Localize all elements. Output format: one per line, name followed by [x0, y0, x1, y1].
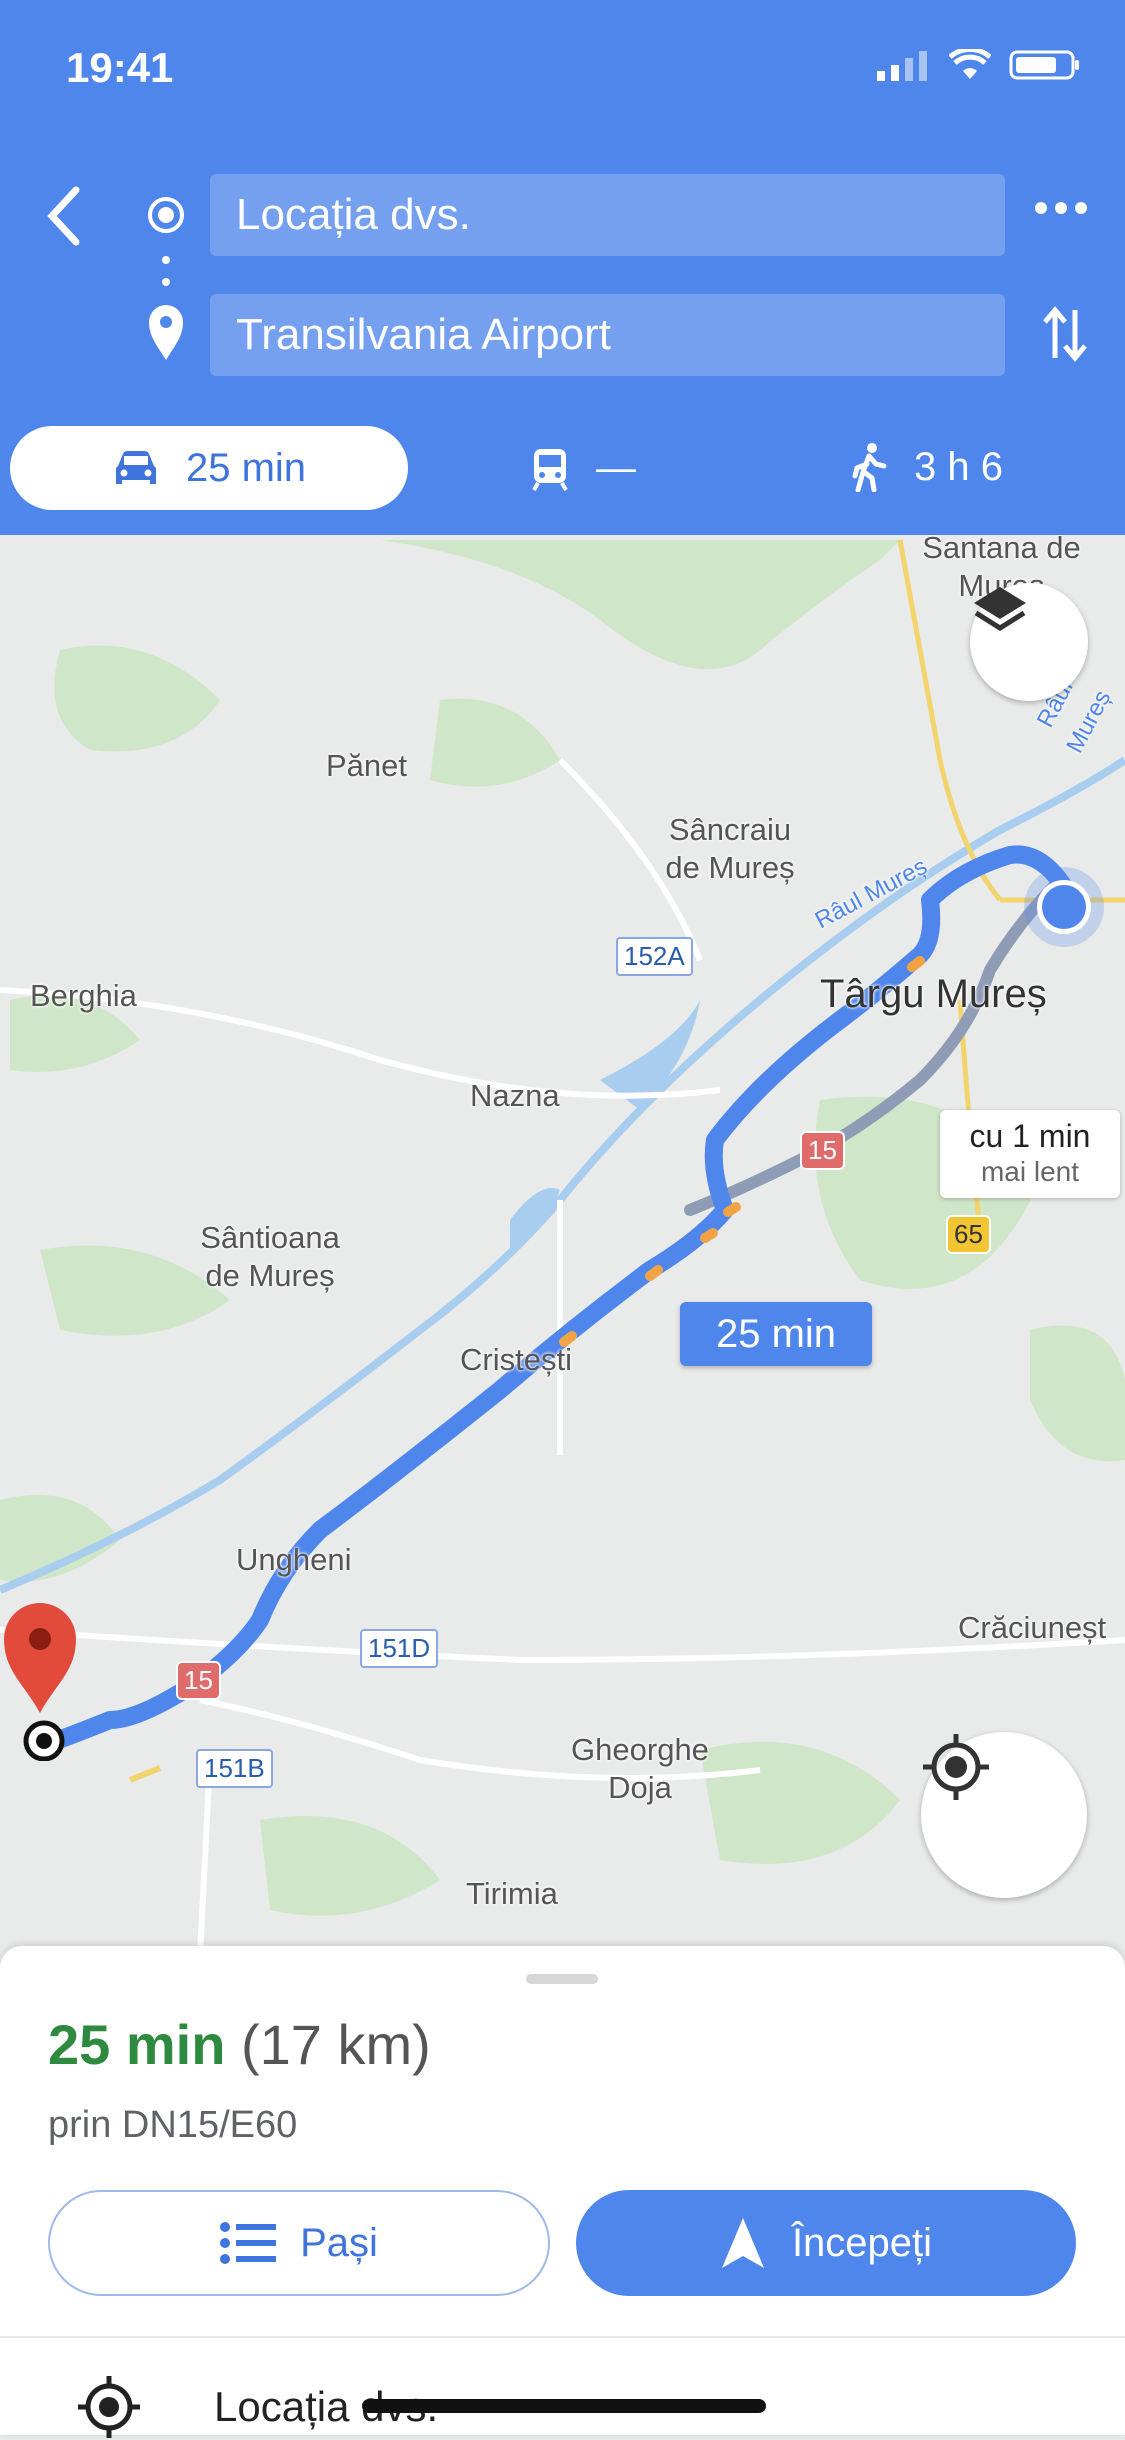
route-summary: 25 min (17 km) — [48, 2012, 431, 2077]
more-dots-icon — [1035, 202, 1087, 214]
navigation-arrow-icon — [721, 2218, 764, 2268]
road-badge-151b: 151B — [196, 1749, 273, 1788]
mode-transit-tab[interactable]: — — [530, 446, 636, 491]
route-time-label[interactable]: 25 min — [680, 1302, 872, 1366]
list-icon — [220, 2222, 277, 2264]
start-label: Începeți — [791, 2220, 933, 2265]
status-icons — [877, 46, 1081, 87]
destination-input[interactable]: Transilvania Airport — [210, 294, 1005, 376]
route-distance: (17 km) — [240, 2013, 431, 2076]
place-santioana: Sântioana de Mureș — [200, 1220, 340, 1293]
mode-car-tab[interactable]: 25 min — [10, 426, 408, 510]
sheet-divider — [0, 2336, 1125, 2338]
current-location-marker — [1024, 867, 1104, 947]
place-gheorghe-doja: Gheorghe Doja — [571, 1732, 709, 1805]
car-duration: 25 min — [185, 445, 307, 490]
car-icon — [115, 451, 156, 484]
battery-icon — [1009, 48, 1081, 87]
road-badge-152a: 152A — [616, 937, 693, 976]
sheet-drag-handle[interactable] — [526, 1974, 598, 1984]
mode-walk-tab[interactable]: 3 h 6 — [852, 442, 1003, 492]
back-button[interactable] — [44, 186, 84, 251]
route-details-sheet[interactable]: 25 min (17 km) prin DN15/E60 Pași Începe… — [0, 1946, 1125, 2438]
swap-button[interactable] — [1041, 304, 1089, 369]
walk-icon — [852, 443, 887, 492]
road-badge-15-north: 15 — [800, 1131, 845, 1170]
layers-icon — [974, 587, 1026, 631]
road-badge-65: 65 — [946, 1215, 991, 1254]
home-indicator[interactable] — [362, 2399, 766, 2413]
place-targu-mures: Târgu Mureș — [820, 972, 1047, 1016]
origin-target-icon — [78, 2376, 140, 2438]
map-view[interactable]: Santana de Mureș Pănet Sâncraiu de Mureș… — [0, 535, 1125, 1955]
place-panet: Pănet — [326, 748, 408, 783]
back-arrow-icon — [47, 186, 80, 246]
transit-duration: — — [596, 446, 636, 490]
more-options-button[interactable] — [1033, 200, 1089, 221]
directions-header: 19:41 Locația dvs. Transilvania Airport — [0, 0, 1125, 535]
walk-duration: 3 h 6 — [914, 444, 1003, 489]
alt-route-label[interactable]: cu 1 min mai lent — [940, 1110, 1120, 1198]
steps-button[interactable]: Pași — [48, 2190, 550, 2296]
train-icon — [532, 448, 568, 491]
road-badge-15-south: 15 — [176, 1661, 221, 1700]
alt-route-line2: mai lent — [980, 1156, 1080, 1187]
destination-pin-icon[interactable] — [0, 1595, 84, 1761]
travel-modes: 25 min — 3 h 6 — [0, 420, 1125, 514]
route-via: prin DN15/E60 — [48, 2104, 298, 2146]
place-tirimia: Tirimia — [466, 1876, 558, 1911]
signal-icon — [877, 49, 931, 86]
layers-button[interactable] — [970, 583, 1088, 701]
place-cristesti: Cristești — [460, 1342, 572, 1377]
route-duration: 25 min — [48, 2013, 226, 2076]
place-nazna: Nazna — [470, 1078, 560, 1113]
origin-input[interactable]: Locația dvs. — [210, 174, 1005, 256]
crosshair-icon — [923, 1734, 989, 1800]
road-badge-151d: 151D — [360, 1629, 439, 1668]
swap-arrows-icon — [1043, 306, 1087, 362]
place-sancraiu: Sâncraiu de Mureș — [665, 812, 795, 885]
place-ungheni: Ungheni — [236, 1542, 352, 1577]
wifi-icon — [948, 46, 992, 86]
my-location-button[interactable] — [921, 1732, 1087, 1898]
place-craciunesti: Crăciuneșt — [958, 1610, 1107, 1645]
alt-route-line1: cu 1 min — [969, 1118, 1091, 1154]
status-time: 19:41 — [66, 44, 174, 91]
place-berghia: Berghia — [30, 978, 137, 1013]
steps-label: Pași — [300, 2220, 378, 2265]
route-endpoints-icon — [148, 197, 184, 360]
start-navigation-button[interactable]: Începeți — [576, 2190, 1076, 2296]
